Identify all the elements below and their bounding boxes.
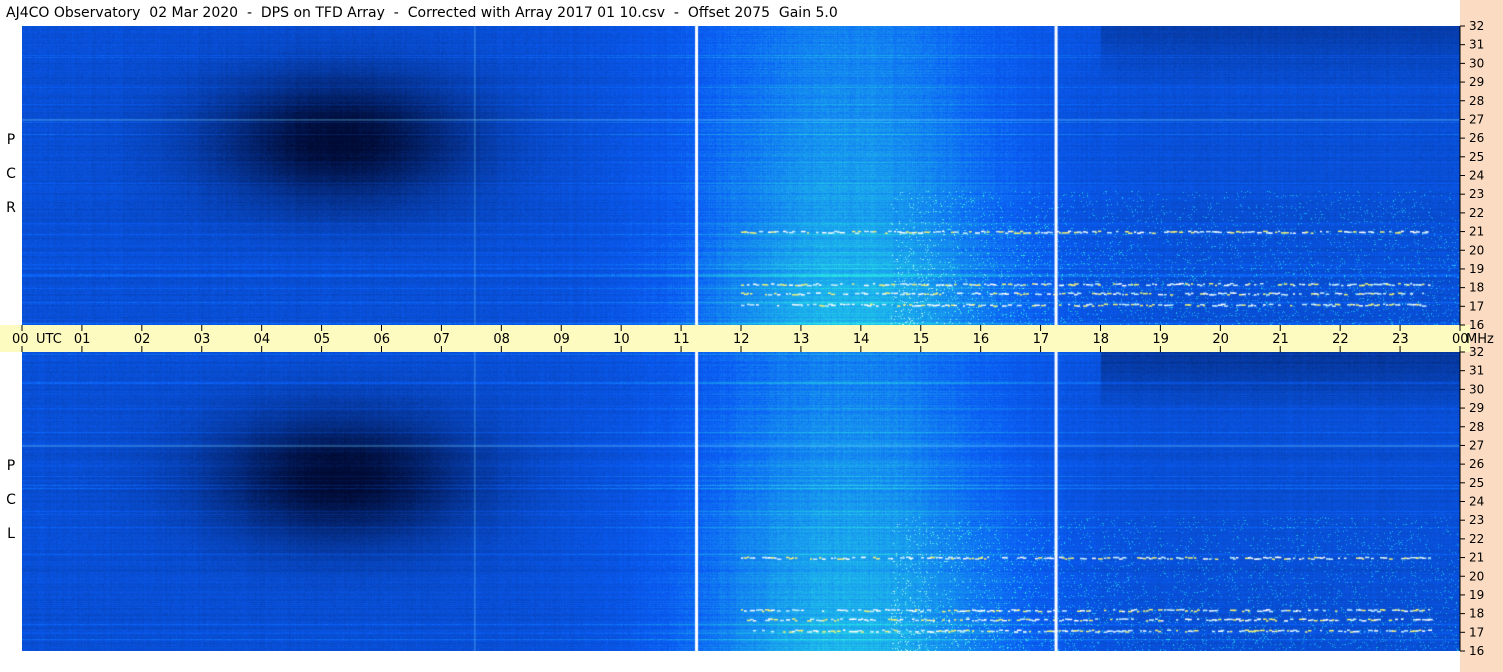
frequency-tick-label: 22 xyxy=(1469,532,1484,546)
time-tick-label: 04 xyxy=(254,332,271,347)
frequency-tick-label: 23 xyxy=(1469,187,1484,201)
time-tick-label: 09 xyxy=(553,332,570,347)
frequency-tick-label: 19 xyxy=(1469,262,1484,276)
axes-overlay: 16 17 18 19 20 21 22 23 24 25 26 27 28 29 30 31 32 16 17 18… xyxy=(12,19,1494,658)
frequency-tick-label: 24 xyxy=(1469,495,1484,509)
time-tick-label: 02 xyxy=(134,332,151,347)
frequency-tick-label: 17 xyxy=(1469,299,1484,313)
time-tick-label: 16 xyxy=(973,332,990,347)
time-tick-label: 12 xyxy=(733,332,750,347)
frequency-tick-label: 16 xyxy=(1469,644,1484,658)
frequency-tick-label: 20 xyxy=(1469,569,1484,583)
frequency-tick-label: 29 xyxy=(1469,401,1484,415)
frequency-tick-label: 32 xyxy=(1469,19,1484,33)
frequency-tick-label: 31 xyxy=(1469,38,1484,52)
frequency-tick-label: 23 xyxy=(1469,513,1484,527)
frequency-tick-label: 16 xyxy=(1469,318,1484,332)
time-tick-label: 03 xyxy=(194,332,211,347)
time-tick-label: 23 xyxy=(1392,332,1409,347)
time-tick-label: 10 xyxy=(613,332,630,347)
frequency-tick-label: 25 xyxy=(1469,150,1484,164)
utc-label: UTC xyxy=(36,332,62,347)
time-tick-label: 06 xyxy=(374,332,391,347)
frequency-tick-label: 19 xyxy=(1469,588,1484,602)
frequency-tick-label: 26 xyxy=(1469,457,1484,471)
frequency-tick-label: 30 xyxy=(1469,56,1484,70)
mhz-label: MHz xyxy=(1466,332,1494,347)
frequency-tick-label: 21 xyxy=(1469,225,1484,239)
time-tick-label: 21 xyxy=(1272,332,1289,347)
frequency-tick-label: 28 xyxy=(1469,94,1484,108)
frequency-tick-label: 30 xyxy=(1469,382,1484,396)
time-tick-label: 05 xyxy=(314,332,331,347)
frequency-tick-label: 28 xyxy=(1469,420,1484,434)
frequency-tick-label: 22 xyxy=(1469,206,1484,220)
time-tick-label: 22 xyxy=(1332,332,1349,347)
time-tick-label: 07 xyxy=(433,332,450,347)
frequency-tick-label: 29 xyxy=(1469,75,1484,89)
time-tick-label: 11 xyxy=(673,332,690,347)
time-tick-label: 20 xyxy=(1212,332,1229,347)
time-tick-label: 17 xyxy=(1033,332,1050,347)
frequency-tick-label: 25 xyxy=(1469,476,1484,490)
frequency-tick-label: 27 xyxy=(1469,438,1484,452)
frequency-tick-label: 20 xyxy=(1469,243,1484,257)
frequency-tick-label: 18 xyxy=(1469,281,1484,295)
time-tick-label: 18 xyxy=(1093,332,1110,347)
time-tick-label: 13 xyxy=(793,332,810,347)
frequency-tick-label: 17 xyxy=(1469,625,1484,639)
time-tick-label: 01 xyxy=(74,332,91,347)
frequency-tick-label: 27 xyxy=(1469,112,1484,126)
time-tick-label: 19 xyxy=(1152,332,1169,347)
frequency-tick-label: 31 xyxy=(1469,364,1484,378)
frequency-tick-label: 24 xyxy=(1469,169,1484,183)
frequency-tick-label: 18 xyxy=(1469,607,1484,621)
frequency-tick-label: 32 xyxy=(1469,345,1484,359)
time-tick-label: 15 xyxy=(913,332,930,347)
frequency-tick-label: 21 xyxy=(1469,551,1484,565)
time-tick-label: 08 xyxy=(493,332,510,347)
time-tick-label: 00 xyxy=(12,332,29,347)
time-tick-label: 14 xyxy=(853,332,870,347)
frequency-tick-label: 26 xyxy=(1469,131,1484,145)
